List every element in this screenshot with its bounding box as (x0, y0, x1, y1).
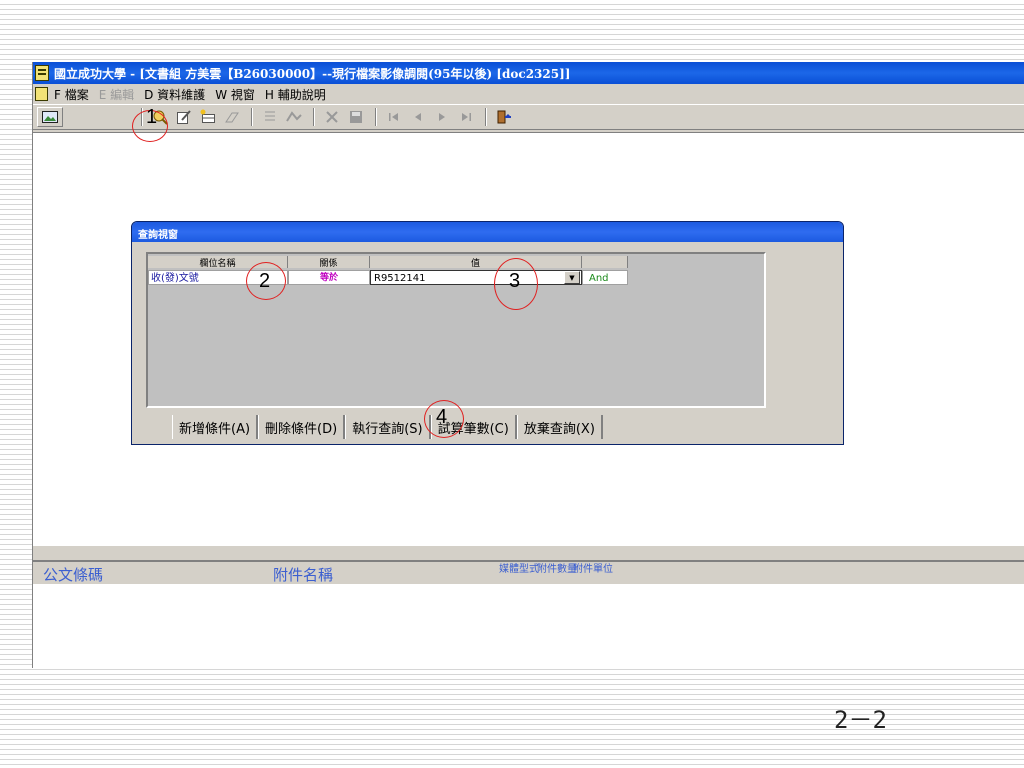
picture-icon[interactable] (37, 107, 63, 127)
delete-icon (321, 107, 343, 127)
condition-logic-cell[interactable]: And (582, 270, 628, 285)
header-attachment-name: 附件名稱 (273, 566, 334, 584)
document-menu-icon[interactable] (35, 87, 48, 101)
query-button-row: 新增條件(A) 刪除條件(D) 執行查詢(S) 試算筆數(C) 放棄查詢(X) (172, 415, 603, 439)
menu-bar: F 檔案 E 編輯 D 資料維護 W 視窗 H 輔助說明 (33, 84, 1024, 104)
previous-record-icon (407, 107, 429, 127)
chevron-down-icon[interactable]: ▼ (564, 271, 580, 284)
exit-icon[interactable] (493, 107, 515, 127)
edit-icon[interactable] (173, 107, 195, 127)
column-header-relation: 關係 (288, 256, 370, 269)
attachment-table-header: 公文條碼 附件名稱 媒體型式 附件數量 附件單位 (33, 562, 1024, 584)
new-record-icon[interactable] (197, 107, 219, 127)
annotation-number-4: 4 (436, 406, 448, 428)
query-dialog-title: 查詢視窗 (132, 222, 843, 242)
delete-condition-button[interactable]: 刪除條件(D) (258, 415, 346, 439)
toolbar-separator (313, 108, 315, 126)
title-bar: 國立成功大學 - [文書組 方美雲【B26030000】--現行檔案影像調閱(9… (33, 62, 1024, 84)
cancel-query-button[interactable]: 放棄查詢(X) (516, 415, 603, 439)
toolbar (33, 104, 1024, 130)
annotation-number-3: 3 (509, 270, 521, 292)
menu-edit: E 編輯 (98, 87, 135, 102)
execute-query-button[interactable]: 執行查詢(S) (345, 415, 431, 439)
next-record-icon (431, 107, 453, 127)
window-title: 國立成功大學 - [文書組 方美雲【B26030000】--現行檔案影像調閱(9… (54, 66, 571, 81)
toolbar-separator (251, 108, 253, 126)
annotation-number-2: 2 (259, 270, 271, 292)
slide: 國立成功大學 - [文書組 方美雲【B26030000】--現行檔案影像調閱(9… (0, 0, 1024, 768)
annotation-number-1: 1 (146, 106, 158, 128)
sign-icon (283, 107, 305, 127)
condition-relation-cell[interactable]: 等於 (288, 270, 370, 285)
list-icon (259, 107, 281, 127)
toolbar-separator (375, 108, 377, 126)
save-icon (345, 107, 367, 127)
menu-help[interactable]: H 輔助說明 (265, 86, 326, 103)
menu-data-maintenance[interactable]: D 資料維護 (144, 86, 205, 103)
header-media-type: 媒體型式 (499, 564, 539, 575)
mdi-client-area: 查詢視窗 欄位名稱 關係 值 收(發)文號 等於 R9512141 ▼ And … (33, 132, 1024, 546)
toolbar-separator (485, 108, 487, 126)
header-attachment-count: 附件數量 (537, 564, 577, 575)
menu-file[interactable]: F 檔案 (54, 86, 89, 103)
application-window: 國立成功大學 - [文書組 方美雲【B26030000】--現行檔案影像調閱(9… (32, 62, 1024, 668)
slide-page-number: 2－2 (834, 706, 887, 734)
first-record-icon (383, 107, 405, 127)
menu-window[interactable]: W 視窗 (215, 86, 255, 103)
column-header-value: 值 (370, 256, 582, 269)
attachment-panel: 公文條碼 附件名稱 媒體型式 附件數量 附件單位 (33, 560, 1024, 668)
erase-icon (221, 107, 243, 127)
add-condition-button[interactable]: 新增條件(A) (172, 415, 259, 439)
query-condition-grid: 欄位名稱 關係 值 收(發)文號 等於 R9512141 ▼ And (146, 252, 766, 408)
last-record-icon (455, 107, 477, 127)
column-header-logic (582, 256, 628, 268)
app-icon (35, 65, 49, 81)
query-dialog: 查詢視窗 欄位名稱 關係 值 收(發)文號 等於 R9512141 ▼ And … (131, 221, 844, 445)
condition-value-input[interactable]: R9512141 (370, 270, 582, 285)
header-document-barcode: 公文條碼 (43, 566, 104, 584)
header-attachment-unit: 附件單位 (573, 564, 613, 575)
